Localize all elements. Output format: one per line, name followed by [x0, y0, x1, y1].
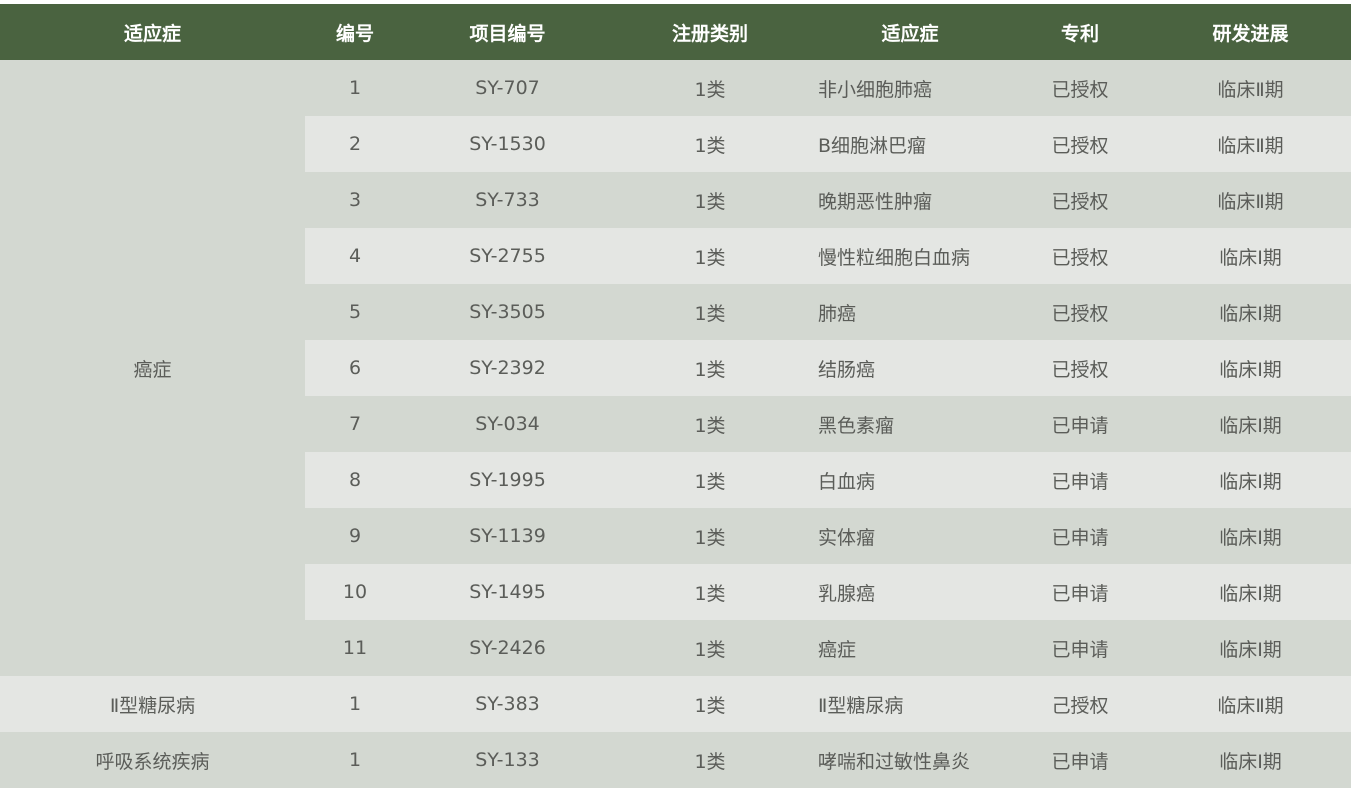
row-patent: 己授权 [1010, 676, 1150, 732]
row-number: 1 [305, 732, 405, 788]
row-number: 1 [305, 60, 405, 116]
row-progress: 临床Ⅱ期 [1150, 172, 1351, 228]
row-number: 10 [305, 564, 405, 620]
row-progress: 临床Ⅰ期 [1150, 340, 1351, 396]
row-number: 2 [305, 116, 405, 172]
row-indication: 黑色素瘤 [810, 396, 1010, 452]
row-patent: 已申请 [1010, 732, 1150, 788]
row-patent: 已授权 [1010, 172, 1150, 228]
row-number: 11 [305, 620, 405, 676]
header-progress: 研发进展 [1150, 4, 1351, 60]
header-indication: 适应症 [810, 4, 1010, 60]
row-category: 1类 [610, 564, 810, 620]
row-patent: 已申请 [1010, 396, 1150, 452]
row-project-code: SY-1530 [405, 116, 610, 172]
row-category: 1类 [610, 620, 810, 676]
row-progress: 临床Ⅰ期 [1150, 508, 1351, 564]
header-number: 编号 [305, 4, 405, 60]
row-project-code: SY-733 [405, 172, 610, 228]
row-number: 8 [305, 452, 405, 508]
row-project-code: SY-1139 [405, 508, 610, 564]
row-category: 1类 [610, 396, 810, 452]
row-project-code: SY-2392 [405, 340, 610, 396]
row-progress: 临床Ⅰ期 [1150, 564, 1351, 620]
row-number: 6 [305, 340, 405, 396]
row-category: 1类 [610, 60, 810, 116]
row-number: 7 [305, 396, 405, 452]
row-progress: 临床Ⅱ期 [1150, 116, 1351, 172]
row-indication: 晚期恶性肿瘤 [810, 172, 1010, 228]
row-progress: 临床Ⅰ期 [1150, 228, 1351, 284]
row-patent: 已申请 [1010, 508, 1150, 564]
row-category: 1类 [610, 452, 810, 508]
row-project-code: SY-2426 [405, 620, 610, 676]
row-progress: 临床Ⅰ期 [1150, 732, 1351, 788]
row-number: 1 [305, 676, 405, 732]
pipeline-table-container: 适应症 编号 项目编号 注册类别 适应症 专利 研发进展 癌症 1 SY-707… [0, 4, 1351, 788]
row-patent: 已申请 [1010, 564, 1150, 620]
header-project-code: 项目编号 [405, 4, 610, 60]
row-progress: 临床Ⅰ期 [1150, 620, 1351, 676]
row-progress: 临床Ⅰ期 [1150, 284, 1351, 340]
row-patent: 已授权 [1010, 284, 1150, 340]
row-patent: 已授权 [1010, 340, 1150, 396]
row-project-code: SY-034 [405, 396, 610, 452]
header-patent: 专利 [1010, 4, 1150, 60]
group-name: 癌症 [0, 60, 305, 676]
table-row: Ⅱ型糖尿病 1 SY-383 1类 Ⅱ型糖尿病 己授权 临床Ⅱ期 [0, 676, 1351, 732]
row-number: 9 [305, 508, 405, 564]
row-project-code: SY-3505 [405, 284, 610, 340]
row-patent: 已授权 [1010, 116, 1150, 172]
row-indication: 结肠癌 [810, 340, 1010, 396]
row-category: 1类 [610, 116, 810, 172]
row-indication: 慢性粒细胞白血病 [810, 228, 1010, 284]
row-indication: 乳腺癌 [810, 564, 1010, 620]
row-progress: 临床Ⅱ期 [1150, 676, 1351, 732]
row-indication: 非小细胞肺癌 [810, 60, 1010, 116]
header-registration-category: 注册类别 [610, 4, 810, 60]
row-indication: 实体瘤 [810, 508, 1010, 564]
row-category: 1类 [610, 732, 810, 788]
pipeline-table: 适应症 编号 项目编号 注册类别 适应症 专利 研发进展 癌症 1 SY-707… [0, 4, 1351, 788]
table-header-row: 适应症 编号 项目编号 注册类别 适应症 专利 研发进展 [0, 4, 1351, 60]
row-indication: B细胞淋巴瘤 [810, 116, 1010, 172]
row-number: 5 [305, 284, 405, 340]
row-indication: 白血病 [810, 452, 1010, 508]
row-category: 1类 [610, 228, 810, 284]
row-category: 1类 [610, 508, 810, 564]
row-indication: 癌症 [810, 620, 1010, 676]
row-category: 1类 [610, 340, 810, 396]
row-patent: 已授权 [1010, 228, 1150, 284]
row-patent: 已授权 [1010, 60, 1150, 116]
row-indication: 哮喘和过敏性鼻炎 [810, 732, 1010, 788]
table-row: 呼吸系统疾病 1 SY-133 1类 哮喘和过敏性鼻炎 已申请 临床Ⅰ期 [0, 732, 1351, 788]
table-row: 癌症 1 SY-707 1类 非小细胞肺癌 已授权 临床Ⅱ期 [0, 60, 1351, 676]
row-patent: 已申请 [1010, 620, 1150, 676]
row-indication: Ⅱ型糖尿病 [810, 676, 1010, 732]
group-name: 呼吸系统疾病 [0, 732, 305, 788]
row-number: 3 [305, 172, 405, 228]
row-project-code: SY-2755 [405, 228, 610, 284]
row-project-code: SY-707 [405, 60, 610, 116]
row-project-code: SY-1495 [405, 564, 610, 620]
group-name: Ⅱ型糖尿病 [0, 676, 305, 732]
row-category: 1类 [610, 172, 810, 228]
row-progress: 临床Ⅰ期 [1150, 396, 1351, 452]
row-project-code: SY-133 [405, 732, 610, 788]
row-project-code: SY-1995 [405, 452, 610, 508]
row-number: 4 [305, 228, 405, 284]
row-progress: 临床Ⅰ期 [1150, 452, 1351, 508]
header-indication-group: 适应症 [0, 4, 305, 60]
row-progress: 临床Ⅱ期 [1150, 60, 1351, 116]
row-patent: 已申请 [1010, 452, 1150, 508]
row-category: 1类 [610, 284, 810, 340]
row-indication: 肺癌 [810, 284, 1010, 340]
row-project-code: SY-383 [405, 676, 610, 732]
row-category: 1类 [610, 676, 810, 732]
